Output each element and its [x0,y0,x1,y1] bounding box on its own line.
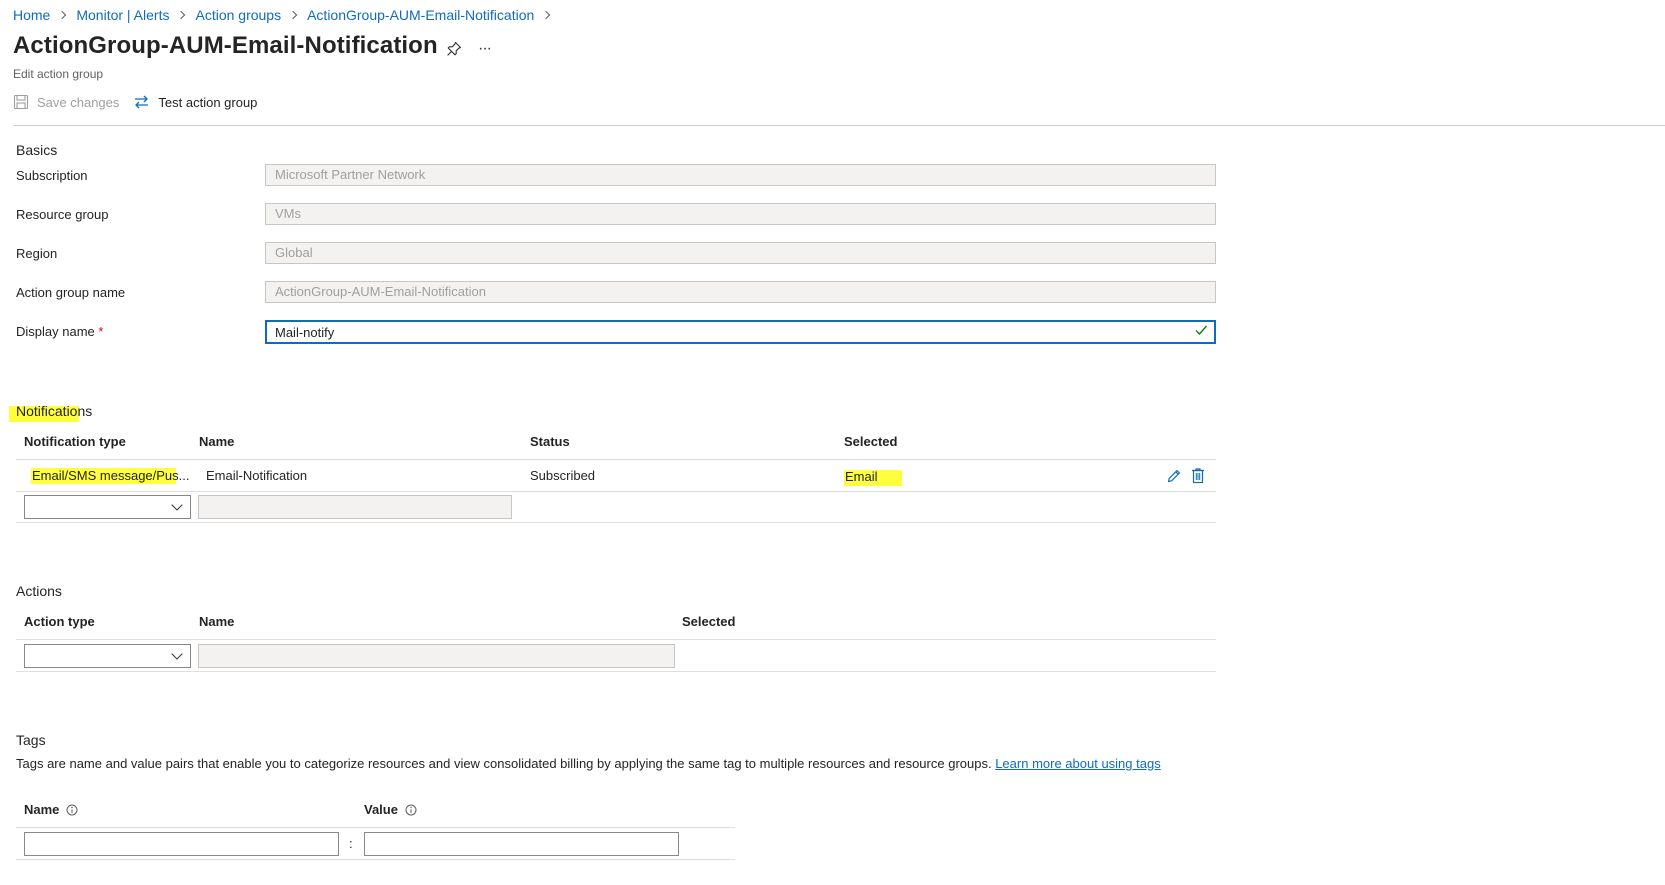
learn-more-tags-link[interactable]: Learn more about using tags [995,756,1161,771]
required-mark: * [98,324,104,339]
table-divider [16,827,735,828]
tag-name-header-text: Name [24,802,60,817]
chevron-down-icon [171,499,183,511]
page-title: ActionGroup-AUM-Email-Notification [13,32,438,59]
notification-type-dropdown[interactable] [24,495,191,519]
region-label: Region [16,246,58,261]
action-name-input [198,644,675,668]
tags-section-title: Tags [16,732,46,748]
notification-type-cell: Email/SMS message/Pus... [32,468,190,483]
tag-value-header-text: Value [364,802,398,817]
swap-arrows-icon [133,94,150,110]
info-icon[interactable] [405,804,417,819]
tag-value-input[interactable] [364,832,679,856]
action-type-dropdown[interactable] [24,644,191,668]
breadcrumb: Home Monitor | Alerts Action groups Acti… [13,7,560,23]
region-field: Global [265,242,1216,264]
tag-name-input[interactable] [24,832,339,856]
breadcrumb-monitor-alerts[interactable]: Monitor | Alerts [76,7,169,23]
pin-icon[interactable] [446,41,462,57]
action-group-name-label: Action group name [16,285,126,300]
basics-section-title: Basics [16,142,58,158]
actions-section-title: Actions [16,583,62,599]
display-name-label: Display name * [16,324,103,339]
notification-name-input [198,495,512,519]
table-divider [16,522,1216,523]
action-group-name-field: ActionGroup-AUM-Email-Notification [265,281,1216,303]
tags-description-text: Tags are name and value pairs that enabl… [16,756,992,771]
tag-value-header: Value [364,802,417,819]
chevron-right-icon [58,9,67,21]
test-action-group-button[interactable]: Test action group [133,94,257,110]
subscription-label: Subscription [16,168,88,183]
table-divider [16,639,1216,640]
page-subtitle: Edit action group [13,67,104,81]
notification-selected-header: Selected [844,434,898,449]
subscription-field: Microsoft Partner Network [265,164,1216,186]
save-changes-button[interactable]: Save changes [13,94,119,110]
action-name-header: Name [199,614,235,629]
checkmark-icon [1194,323,1208,340]
resource-group-field: VMs [265,203,1216,225]
command-bar: Save changes Test action group [13,94,257,110]
edit-icon[interactable] [1166,468,1182,487]
info-icon[interactable] [66,804,78,819]
notification-selected-cell: Email [845,469,878,484]
display-name-input[interactable] [265,320,1216,344]
delete-icon[interactable] [1190,467,1206,487]
more-options-icon[interactable]: ··· [478,40,492,58]
action-type-header: Action type [24,614,95,629]
tags-description: Tags are name and value pairs that enabl… [16,756,1161,771]
chevron-right-icon [288,9,298,21]
tag-name-header: Name [24,802,78,819]
breadcrumb-action-groups[interactable]: Action groups [195,7,281,23]
title-actions: ··· [446,40,492,58]
breadcrumb-action-group[interactable]: ActionGroup-AUM-Email-Notification [307,7,534,23]
tag-separator: : [349,836,353,851]
test-action-group-label: Test action group [158,94,258,110]
notification-name-cell: Email-Notification [206,468,308,483]
table-row: Email/SMS message/Pus... Email-Notificat… [16,462,1216,491]
table-divider [16,459,1216,460]
display-name-label-text: Display name [16,324,95,339]
notifications-section-title: Notifications [16,403,93,419]
save-changes-label: Save changes [37,94,120,110]
toolbar-divider [13,125,1665,126]
chevron-down-icon [171,648,183,660]
notification-status-cell: Subscribed [530,468,596,483]
table-divider [16,491,1216,492]
breadcrumb-home[interactable]: Home [13,7,50,23]
table-divider [16,671,1216,672]
display-name-wrapper [265,320,1216,344]
table-divider [16,859,735,860]
save-icon [13,94,29,110]
chevron-right-icon [177,9,186,21]
notification-type-header: Notification type [24,434,126,449]
chevron-right-icon [542,9,551,21]
notification-status-header: Status [530,434,570,449]
resource-group-label: Resource group [16,207,109,222]
action-selected-header: Selected [682,614,736,629]
notification-name-header: Name [199,434,235,449]
